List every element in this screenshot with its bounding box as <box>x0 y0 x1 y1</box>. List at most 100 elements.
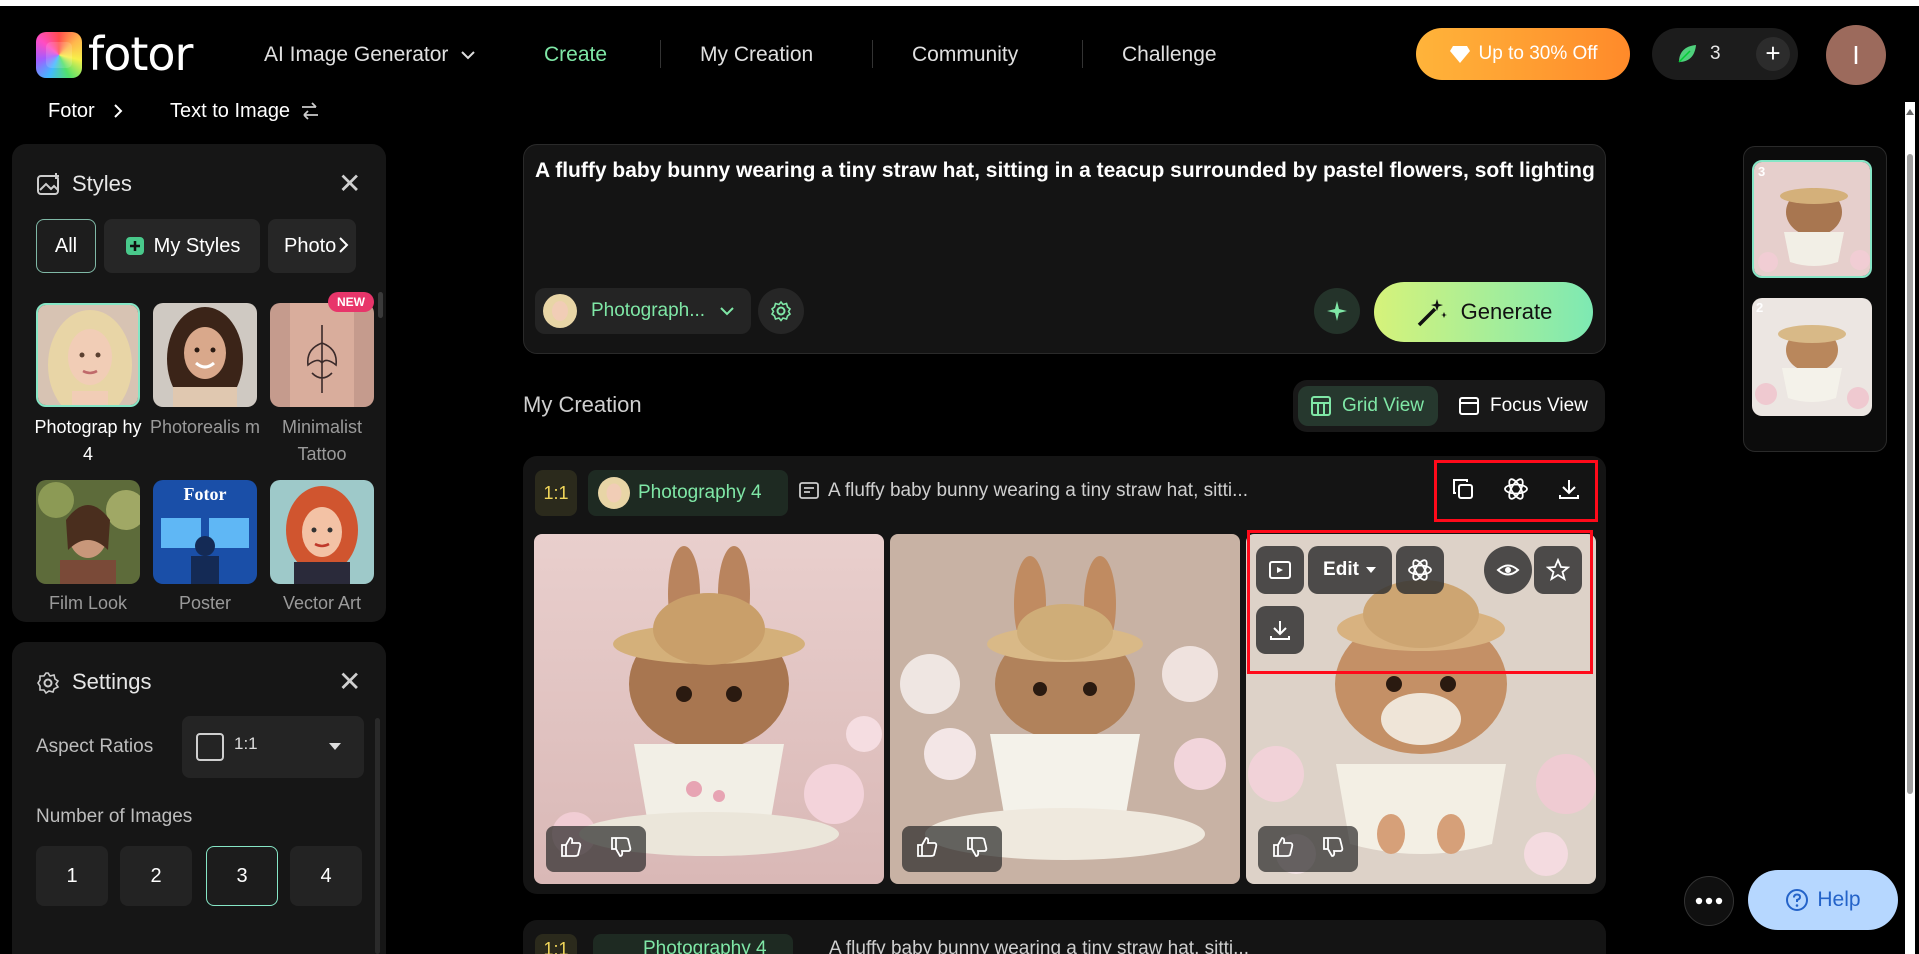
style-card-photography-4[interactable] <box>36 303 140 407</box>
focus-view-button[interactable]: Focus View <box>1446 386 1600 426</box>
credits-pill[interactable]: 3 + <box>1652 28 1798 80</box>
feedback-group <box>1258 826 1358 872</box>
close-styles-button[interactable]: ✕ <box>338 170 361 198</box>
card-style-label[interactable]: Photography 4 <box>593 934 793 954</box>
thumbs-down-button[interactable] <box>965 835 989 864</box>
num-images-1[interactable]: 1 <box>36 846 108 906</box>
aspect-ratio-select[interactable]: 1:1 <box>182 716 364 778</box>
thumbs-down-button[interactable] <box>609 835 633 864</box>
my-styles-icon <box>125 237 144 255</box>
diamond-icon <box>1449 46 1470 63</box>
favorite-button[interactable] <box>1534 546 1582 594</box>
focus-icon <box>1459 397 1479 415</box>
generate-label: Generate <box>1460 299 1553 324</box>
num-images-4[interactable]: 4 <box>290 846 362 906</box>
card-prompt-text[interactable]: A fluffy baby bunny wearing a tiny straw… <box>829 938 1249 954</box>
card-prompt[interactable]: A fluffy baby bunny wearing a tiny straw… <box>798 480 1248 502</box>
feedback-group <box>902 826 1002 872</box>
style-card-photorealism[interactable] <box>153 303 257 407</box>
prompt-text[interactable]: A fluffy baby bunny wearing a tiny straw… <box>535 156 1595 186</box>
image-variation-button[interactable] <box>1396 546 1444 594</box>
nav-challenge[interactable]: Challenge <box>1122 40 1217 70</box>
thumbs-up-icon <box>561 836 582 857</box>
ai-enhance-button[interactable] <box>1314 288 1360 334</box>
film-look-thumbnail <box>36 480 140 584</box>
thumbs-up-button[interactable] <box>1271 835 1295 864</box>
thumbs-down-icon <box>1323 836 1344 857</box>
image-icon <box>36 172 62 201</box>
chevron-right-icon[interactable] <box>338 236 350 259</box>
thumbs-up-button[interactable] <box>915 835 939 864</box>
add-credits-button[interactable]: + <box>1756 37 1790 71</box>
edit-label: Edit <box>1323 559 1359 580</box>
caret-down-icon <box>1365 567 1376 573</box>
promo-button[interactable]: Up to 30% Off <box>1416 28 1630 80</box>
ai-variation-button[interactable] <box>1503 476 1529 507</box>
animate-button[interactable] <box>1256 546 1304 594</box>
grid-view-label: Grid View <box>1342 395 1425 416</box>
style-selector-label: Photograph... <box>591 300 706 321</box>
style-card-film-look[interactable] <box>36 480 140 584</box>
style-settings-button[interactable] <box>758 288 804 334</box>
history-thumb-1[interactable]: 3 <box>1752 160 1872 278</box>
nav-divider <box>660 40 661 68</box>
edit-dropdown-button[interactable]: Edit <box>1308 546 1392 594</box>
leaf-icon <box>1678 45 1696 63</box>
fotor-logo-icon[interactable] <box>36 32 82 78</box>
settings-gear-icon <box>770 300 792 322</box>
help-button[interactable]: Help <box>1748 870 1898 930</box>
chip-photo-label: Photo <box>284 234 337 257</box>
download-image-button[interactable] <box>1256 606 1304 654</box>
scroll-up-arrow-icon[interactable] <box>1905 104 1915 122</box>
style-label: Photorealis m <box>149 417 261 437</box>
close-settings-button[interactable]: ✕ <box>338 668 361 696</box>
history-thumb-2[interactable]: 2 <box>1752 298 1872 416</box>
num-images-3[interactable]: 3 <box>206 846 278 906</box>
poster-brand-text: Fotor <box>184 484 227 504</box>
nav-create[interactable]: Create <box>544 40 607 70</box>
nav-my-creation[interactable]: My Creation <box>700 40 813 70</box>
thumbs-down-button[interactable] <box>1321 835 1345 864</box>
page-scroll-thumb[interactable] <box>1907 154 1913 794</box>
square-ratio-icon <box>196 733 224 761</box>
download-all-button[interactable] <box>1557 477 1581 506</box>
feedback-group <box>546 826 646 872</box>
tool-menu[interactable]: AI Image Generator <box>264 40 476 70</box>
settings-panel <box>12 642 386 954</box>
style-selector[interactable]: Photograph... <box>535 288 751 334</box>
eye-icon <box>1496 564 1520 576</box>
thumbs-up-button[interactable] <box>559 835 583 864</box>
copy-button[interactable] <box>1451 477 1475 506</box>
vector-art-thumbnail <box>270 480 374 584</box>
woman-blonde-thumbnail <box>38 305 138 405</box>
style-avatar <box>598 477 630 509</box>
style-card-vector-art[interactable] <box>270 480 374 584</box>
generate-button[interactable]: Generate <box>1374 282 1593 342</box>
card-style-tag[interactable]: Photography 4 <box>588 470 788 516</box>
question-icon <box>1786 889 1809 911</box>
style-card-minimalist-tattoo[interactable] <box>270 303 374 407</box>
thumbs-down-icon <box>967 836 988 857</box>
nav-community[interactable]: Community <box>912 40 1018 70</box>
thumbs-down-icon <box>611 836 632 857</box>
avatar[interactable]: I <box>1826 25 1886 85</box>
preview-button[interactable] <box>1484 546 1532 594</box>
style-card-poster[interactable]: Fotor <box>153 480 257 584</box>
styles-scrollbar[interactable] <box>378 292 383 318</box>
style-avatar <box>543 294 577 328</box>
breadcrumb: Fotor <box>48 98 123 124</box>
logo-text[interactable]: fotor <box>88 26 193 82</box>
chevron-down-icon <box>461 51 476 60</box>
num-images-2[interactable]: 2 <box>120 846 192 906</box>
breadcrumb-current-wrap[interactable]: Text to Image <box>170 98 320 124</box>
video-plus-icon <box>1269 561 1291 579</box>
more-options-button[interactable] <box>1684 876 1734 926</box>
promo-label: Up to 30% Off <box>1478 43 1598 64</box>
breadcrumb-root[interactable]: Fotor <box>48 98 95 124</box>
chip-all[interactable]: All <box>36 219 96 273</box>
settings-scrollbar[interactable] <box>375 718 380 954</box>
chip-my-styles[interactable]: My Styles <box>104 219 260 273</box>
grid-view-button[interactable]: Grid View <box>1298 386 1438 426</box>
caret-down-icon <box>329 743 341 750</box>
ratio-badge: 1:1 <box>535 470 577 516</box>
